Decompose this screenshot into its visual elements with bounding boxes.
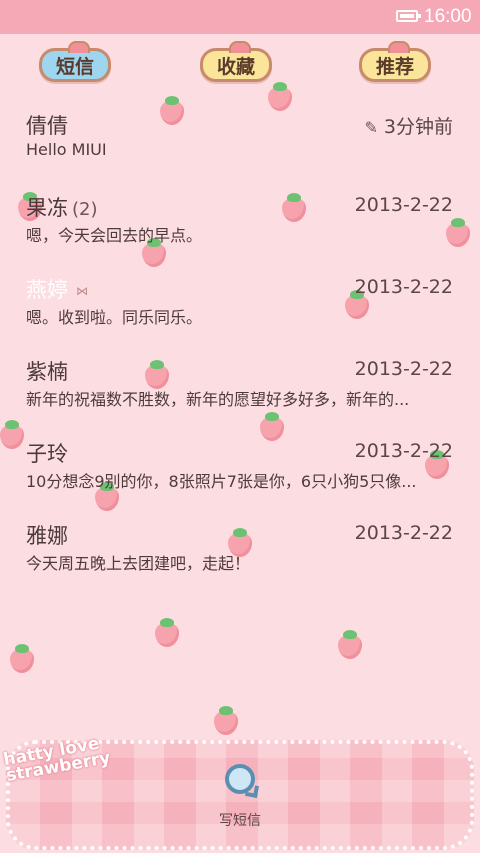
conversation-item[interactable]: 果冻 (2) 2013-2-22 嗯，今天会回去的早点。	[0, 176, 480, 258]
tab-label: 收藏	[216, 55, 255, 78]
contact-name: 燕婷 ⋈	[26, 278, 88, 302]
chat-bubble-icon	[225, 764, 255, 794]
message-preview: 新年的祝福数不胜数，新年的愿望好多好多，新年的...	[26, 390, 410, 409]
contact-name: 紫楠	[26, 360, 68, 384]
strawberry-icon	[10, 644, 34, 673]
contact-name: 果冻 (2)	[26, 196, 98, 220]
message-preview: 10分想念9别的你，8张照片7张是你，6只小狗5只像...	[26, 472, 417, 491]
compose-button[interactable]: 写短信	[210, 760, 270, 832]
tab-favorites[interactable]: 收藏	[200, 41, 272, 82]
conversation-item[interactable]: 紫楠 2013-2-22 新年的祝福数不胜数，新年的愿望好多好多，新年的...	[0, 340, 480, 422]
strawberry-icon	[155, 618, 179, 647]
status-time: 16:00	[424, 6, 472, 27]
conversation-item[interactable]: 雅娜 2013-2-22 今天周五晚上去团建吧，走起！	[0, 504, 480, 586]
tab-recommended[interactable]: 推荐	[359, 41, 431, 82]
conversation-item[interactable]: 倩倩 ✎ 3分钟前 Hello MIUI	[0, 94, 480, 176]
contact-name: 子玲	[26, 442, 68, 466]
tab-bar: 短信 收藏 推荐	[0, 34, 480, 94]
status-bar: 16:00	[0, 0, 480, 34]
compose-label: 写短信	[219, 813, 261, 829]
contact-name: 倩倩	[26, 114, 68, 138]
message-time: 2013-2-22	[354, 358, 453, 380]
conversation-item[interactable]: 子玲 2013-2-22 10分想念9别的你，8张照片7张是你，6只小狗5只像.…	[0, 422, 480, 504]
pencil-icon: ✎	[364, 118, 378, 137]
strawberry-icon	[214, 706, 238, 735]
message-time: ✎ 3分钟前	[364, 116, 454, 138]
strawberry-icon	[338, 630, 362, 659]
conversation-item[interactable]: 燕婷 ⋈ 2013-2-22 嗯。收到啦。同乐同乐。	[0, 258, 480, 340]
bow-icon	[68, 41, 90, 53]
conversation-list: 倩倩 ✎ 3分钟前 Hello MIUI 果冻 (2) 2013-2-22 嗯，今天…	[0, 94, 480, 586]
bow-icon	[388, 41, 410, 53]
message-time: 2013-2-22	[354, 276, 453, 298]
tab-sms[interactable]: 短信	[39, 41, 111, 82]
battery-icon	[396, 10, 421, 22]
bow-icon	[229, 41, 251, 53]
tab-label: 推荐	[375, 55, 414, 78]
message-preview: 嗯。收到啦。同乐同乐。	[26, 308, 203, 327]
message-time: 2013-2-22	[354, 440, 453, 462]
message-time: 2013-2-22	[354, 194, 453, 216]
contact-name: 雅娜	[26, 524, 68, 548]
message-preview: Hello MIUI	[26, 140, 107, 159]
message-preview: 嗯，今天会回去的早点。	[26, 226, 203, 245]
message-time: 2013-2-22	[354, 522, 453, 544]
tab-label: 短信	[55, 55, 94, 78]
message-preview: 今天周五晚上去团建吧，走起！	[26, 554, 251, 573]
unread-count: (2)	[72, 199, 98, 220]
bow-icon: ⋈	[76, 284, 88, 298]
